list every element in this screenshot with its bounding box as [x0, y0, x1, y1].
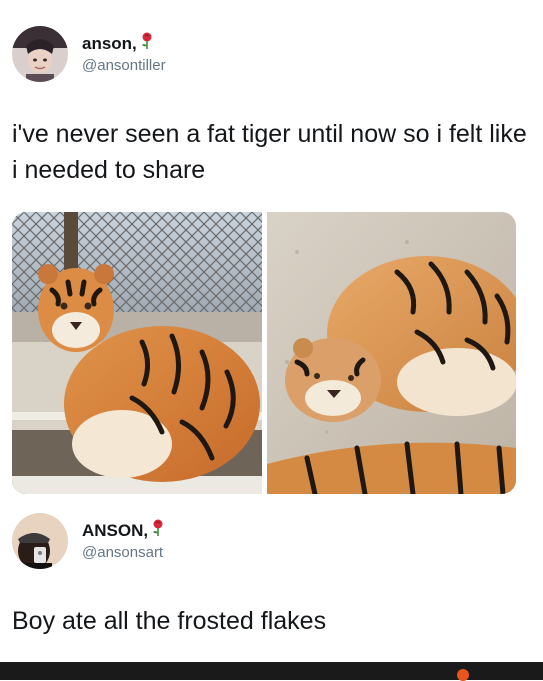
display-name-text: anson, [82, 33, 137, 53]
tweet-media[interactable] [12, 212, 516, 494]
handle[interactable]: @ansontiller [82, 56, 166, 76]
tweet-header: anson, @ansontiller [12, 26, 166, 82]
display-name[interactable]: anson, [82, 32, 166, 55]
tiger-lying-photo[interactable] [267, 212, 516, 494]
display-name[interactable]: ANSON, [82, 519, 165, 542]
avatar[interactable] [12, 26, 68, 82]
rose-icon [140, 32, 154, 55]
tweet-text: Boy ate all the frosted flakes [12, 607, 327, 635]
rose-icon [151, 519, 165, 542]
avatar[interactable] [12, 513, 68, 569]
accent-dot [457, 669, 469, 681]
handle[interactable]: @ansonsart [82, 543, 165, 563]
tiger-sitting-photo[interactable] [12, 212, 262, 494]
display-name-text: ANSON, [82, 520, 149, 540]
tweet-header: ANSON, @ansonsart [12, 513, 165, 569]
bottom-bar [0, 662, 543, 681]
tweet-text: i've never seen a fat tiger until now so… [12, 120, 527, 184]
